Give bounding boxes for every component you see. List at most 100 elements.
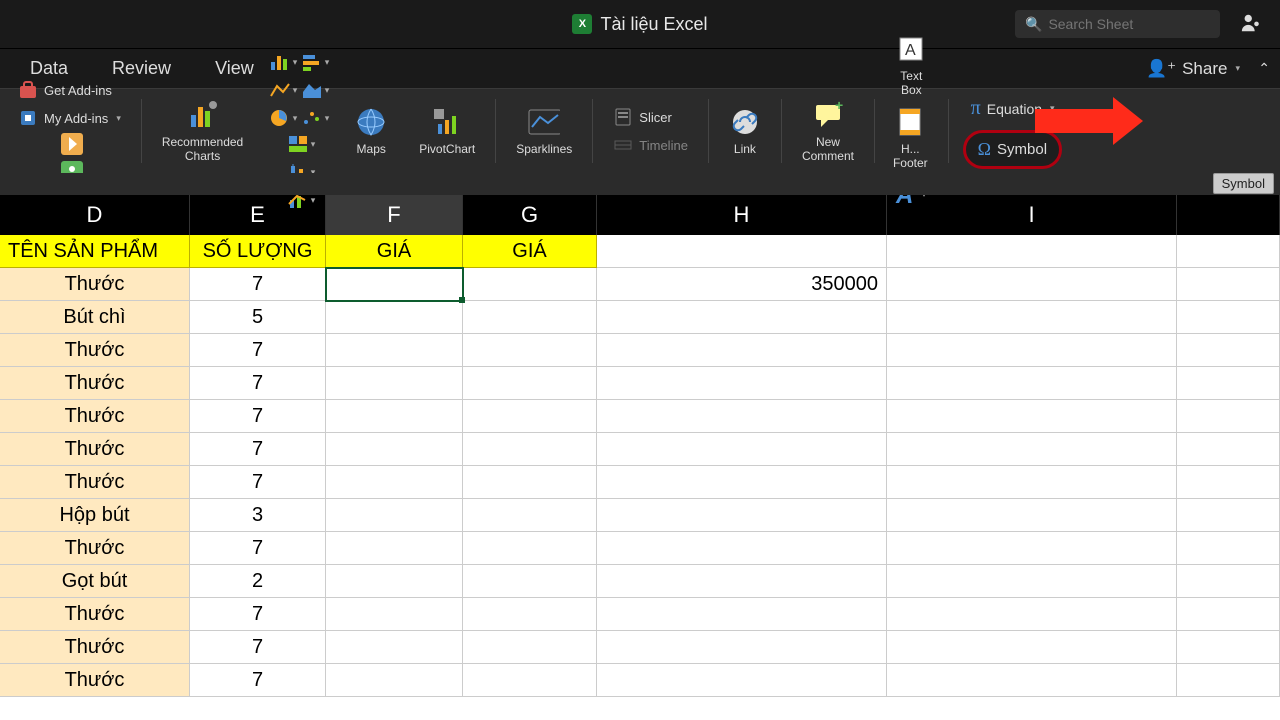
cell[interactable] bbox=[887, 400, 1177, 433]
cell[interactable]: 7 bbox=[190, 400, 326, 433]
recommended-charts-button[interactable]: RecommendedCharts bbox=[156, 95, 249, 168]
cell[interactable] bbox=[463, 532, 597, 565]
cell[interactable] bbox=[326, 400, 463, 433]
cell[interactable]: 7 bbox=[190, 268, 326, 301]
col-header-G[interactable]: G bbox=[463, 195, 597, 235]
column-chart-icon[interactable]: ▾ bbox=[269, 49, 297, 75]
cell[interactable] bbox=[887, 235, 1177, 268]
cell[interactable] bbox=[1177, 499, 1280, 532]
cell[interactable]: 7 bbox=[190, 631, 326, 664]
cell[interactable] bbox=[1177, 631, 1280, 664]
cell[interactable] bbox=[326, 532, 463, 565]
search-input[interactable] bbox=[1048, 16, 1208, 32]
cell[interactable] bbox=[597, 631, 887, 664]
cell[interactable] bbox=[887, 268, 1177, 301]
cell[interactable]: 350000 bbox=[597, 268, 887, 301]
cell[interactable] bbox=[887, 301, 1177, 334]
new-comment-button[interactable]: + NewComment bbox=[796, 95, 860, 168]
cell[interactable] bbox=[463, 268, 597, 301]
cell[interactable]: 7 bbox=[190, 367, 326, 400]
get-addins-button[interactable]: Get Add-ins bbox=[12, 77, 127, 103]
line-chart-icon[interactable]: ▾ bbox=[269, 77, 297, 103]
cell[interactable] bbox=[887, 466, 1177, 499]
bing-maps-icon[interactable] bbox=[58, 131, 86, 157]
cell[interactable] bbox=[1177, 400, 1280, 433]
cell[interactable] bbox=[1177, 598, 1280, 631]
cell[interactable] bbox=[887, 334, 1177, 367]
cell[interactable] bbox=[597, 367, 887, 400]
cell[interactable] bbox=[597, 466, 887, 499]
cell[interactable] bbox=[1177, 466, 1280, 499]
cell[interactable] bbox=[887, 565, 1177, 598]
cell[interactable] bbox=[463, 631, 597, 664]
cell[interactable]: 7 bbox=[190, 433, 326, 466]
cell[interactable] bbox=[326, 598, 463, 631]
cell[interactable] bbox=[597, 400, 887, 433]
cell[interactable] bbox=[887, 532, 1177, 565]
cell[interactable] bbox=[887, 433, 1177, 466]
cell[interactable] bbox=[463, 367, 597, 400]
cell[interactable]: 7 bbox=[190, 664, 326, 697]
cell[interactable] bbox=[1177, 334, 1280, 367]
col-header-blank[interactable] bbox=[1177, 195, 1280, 235]
cell[interactable] bbox=[326, 631, 463, 664]
cell[interactable] bbox=[463, 565, 597, 598]
cell[interactable] bbox=[1177, 664, 1280, 697]
cell[interactable]: Thước bbox=[0, 598, 190, 631]
cell[interactable] bbox=[326, 466, 463, 499]
cell[interactable] bbox=[463, 466, 597, 499]
collapse-ribbon-icon[interactable]: ⌃ bbox=[1258, 60, 1270, 77]
cell[interactable]: Bút chì bbox=[0, 301, 190, 334]
cell[interactable]: 7 bbox=[190, 466, 326, 499]
hierarchy-chart-icon[interactable]: ▾ bbox=[287, 131, 315, 157]
cell[interactable] bbox=[1177, 433, 1280, 466]
cell[interactable] bbox=[326, 301, 463, 334]
cell[interactable] bbox=[326, 334, 463, 367]
spreadsheet-grid[interactable]: D E F G H I TÊN SẢN PHẨM SỐ LƯỢNG GIÁ GI… bbox=[0, 195, 1280, 697]
cell[interactable] bbox=[597, 499, 887, 532]
cell[interactable] bbox=[597, 664, 887, 697]
cell[interactable]: Hộp bút bbox=[0, 499, 190, 532]
pivotchart-button[interactable]: PivotChart bbox=[413, 102, 481, 160]
cell[interactable] bbox=[463, 301, 597, 334]
cell[interactable] bbox=[597, 301, 887, 334]
cell[interactable] bbox=[1177, 565, 1280, 598]
cell[interactable] bbox=[463, 499, 597, 532]
cell[interactable] bbox=[326, 499, 463, 532]
cell[interactable]: 3 bbox=[190, 499, 326, 532]
bar-chart-icon[interactable]: ▾ bbox=[301, 49, 329, 75]
cell[interactable] bbox=[463, 664, 597, 697]
cell[interactable]: Thước bbox=[0, 400, 190, 433]
cell[interactable] bbox=[463, 400, 597, 433]
cell[interactable] bbox=[887, 631, 1177, 664]
cell[interactable]: Thước bbox=[0, 334, 190, 367]
header-cell[interactable]: GIÁ bbox=[326, 235, 463, 268]
cell[interactable] bbox=[1177, 301, 1280, 334]
cell[interactable] bbox=[1177, 367, 1280, 400]
maps-button[interactable]: Maps bbox=[349, 102, 393, 160]
my-addins-button[interactable]: My Add-ins▾ bbox=[12, 105, 127, 131]
link-button[interactable]: Link bbox=[723, 102, 767, 160]
cell[interactable]: Thước bbox=[0, 268, 190, 301]
slicer-button[interactable]: Slicer bbox=[607, 104, 694, 130]
cell[interactable] bbox=[887, 664, 1177, 697]
cell[interactable] bbox=[326, 565, 463, 598]
cell[interactable] bbox=[887, 499, 1177, 532]
header-cell[interactable]: TÊN SẢN PHẨM bbox=[0, 235, 190, 268]
header-cell[interactable]: GIÁ bbox=[463, 235, 597, 268]
cell[interactable]: 7 bbox=[190, 532, 326, 565]
cell[interactable]: Thước bbox=[0, 631, 190, 664]
tab-view[interactable]: View bbox=[193, 50, 276, 87]
cell[interactable]: Thước bbox=[0, 466, 190, 499]
cell[interactable]: 7 bbox=[190, 598, 326, 631]
scatter-chart-icon[interactable]: ▾ bbox=[301, 105, 329, 131]
share-button[interactable]: 👤⁺ Share ▾ bbox=[1146, 59, 1240, 79]
cell[interactable] bbox=[1177, 532, 1280, 565]
col-header-F[interactable]: F bbox=[326, 195, 463, 235]
cell[interactable] bbox=[1177, 235, 1280, 268]
cell[interactable] bbox=[887, 367, 1177, 400]
pie-chart-icon[interactable]: ▾ bbox=[269, 105, 297, 131]
cell[interactable] bbox=[597, 598, 887, 631]
cell[interactable] bbox=[326, 433, 463, 466]
cell[interactable]: Thước bbox=[0, 664, 190, 697]
